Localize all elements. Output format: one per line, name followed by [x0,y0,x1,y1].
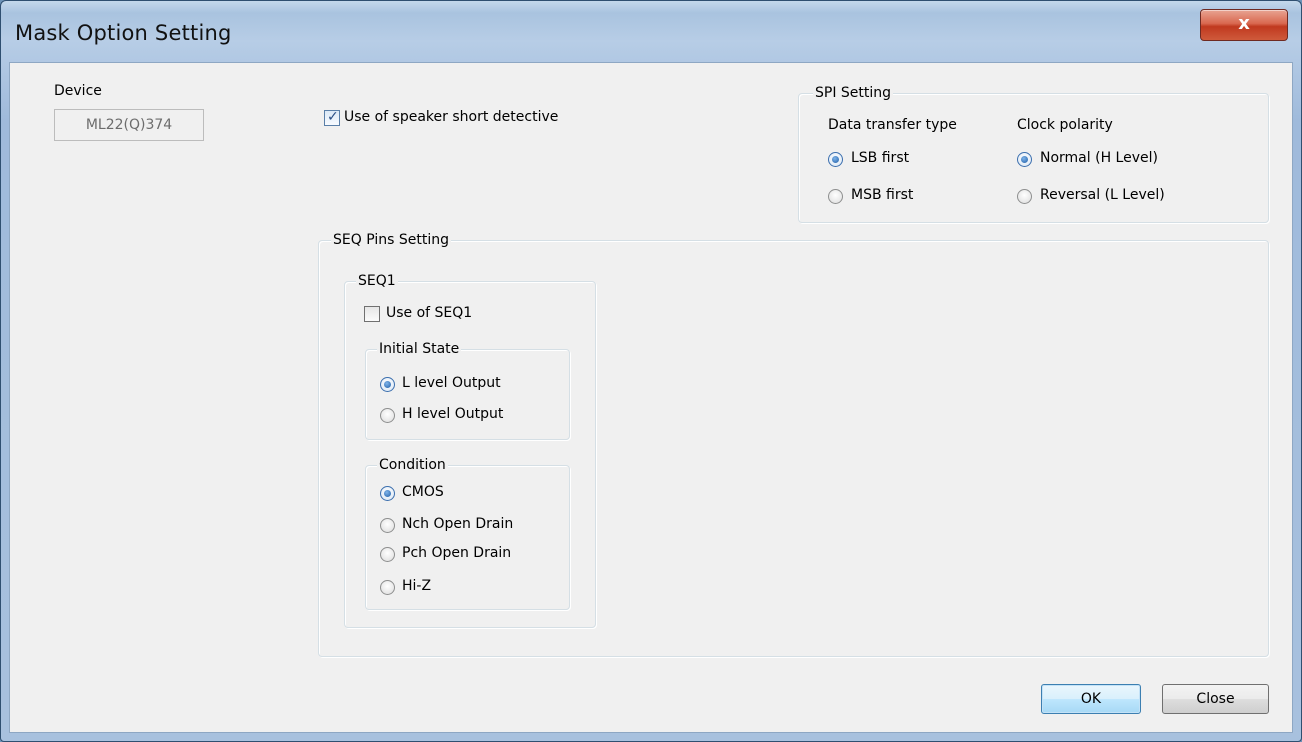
use-seq1-checkbox[interactable] [364,306,380,322]
radio-lsb-first[interactable] [828,152,843,167]
radio-nch-open-drain[interactable] [380,518,395,533]
dialog-window: Mask Option Setting x Device ML22(Q)374 … [0,0,1302,742]
dialog-client-area: Device ML22(Q)374 ✓ Use of speaker short… [9,62,1293,733]
normal-h-level-label[interactable]: Normal (H Level) [1040,150,1158,166]
lsb-first-label[interactable]: LSB first [851,150,909,166]
seq-pins-title: SEQ Pins Setting [331,232,451,248]
msb-first-label[interactable]: MSB first [851,187,913,203]
title-bar[interactable]: Mask Option Setting x [1,1,1301,63]
condition-title: Condition [377,457,448,473]
h-level-output-label[interactable]: H level Output [402,406,503,422]
speaker-short-checkbox[interactable]: ✓ [324,109,340,126]
radio-normal-h-level[interactable] [1017,152,1032,167]
spi-setting-title: SPI Setting [813,85,894,101]
seq-pins-group: SEQ Pins Setting SEQ1 Use of SEQ1 Initia… [318,232,1269,657]
nch-open-drain-label[interactable]: Nch Open Drain [402,516,513,532]
radio-h-level-output[interactable] [380,408,395,423]
device-field: ML22(Q)374 [54,109,204,141]
radio-l-level-output[interactable] [380,377,395,392]
device-label: Device [54,83,102,99]
reversal-l-level-label[interactable]: Reversal (L Level) [1040,187,1165,203]
close-button[interactable]: Close [1162,684,1269,714]
ok-button[interactable]: OK [1041,684,1141,714]
close-icon: x [1238,13,1250,34]
cmos-label[interactable]: CMOS [402,484,444,500]
seq1-title: SEQ1 [356,273,398,289]
speaker-short-label[interactable]: Use of speaker short detective [344,109,558,125]
window-title: Mask Option Setting [15,21,232,45]
l-level-output-label[interactable]: L level Output [402,375,501,391]
close-window-button[interactable]: x [1200,9,1288,41]
seq1-group: SEQ1 Use of SEQ1 Initial State L level O… [344,273,596,628]
clock-polarity-label: Clock polarity [1017,117,1113,133]
condition-group: Condition CMOS Nch Open Drain Pch Open D… [365,457,570,610]
radio-cmos[interactable] [380,486,395,501]
radio-msb-first[interactable] [828,189,843,204]
data-transfer-label: Data transfer type [828,117,957,133]
radio-hi-z[interactable] [380,580,395,595]
pch-open-drain-label[interactable]: Pch Open Drain [402,545,511,561]
radio-reversal-l-level[interactable] [1017,189,1032,204]
hi-z-label[interactable]: Hi-Z [402,578,431,594]
initial-state-title: Initial State [377,341,462,357]
check-icon: ✓ [327,109,339,125]
use-seq1-label[interactable]: Use of SEQ1 [386,305,472,321]
radio-pch-open-drain[interactable] [380,547,395,562]
spi-setting-group: SPI Setting Data transfer type LSB first… [798,85,1269,223]
initial-state-group: Initial State L level Output H level Out… [365,341,570,440]
